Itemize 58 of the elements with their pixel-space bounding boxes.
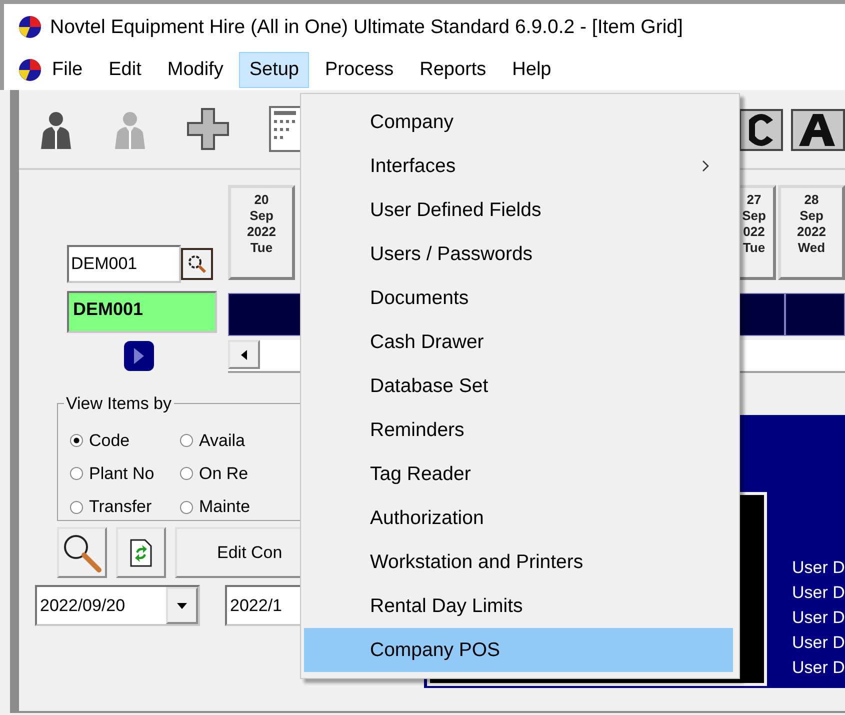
radio-button[interactable] (180, 434, 193, 448)
radio-label: Availa (199, 430, 245, 451)
menu-item[interactable]: Modify (157, 52, 234, 88)
caret-icon (177, 602, 187, 608)
menu-entry[interactable]: Tag Reader (304, 452, 733, 496)
menu-entry[interactable]: User Defined Fields (304, 188, 733, 232)
radio-button[interactable] (70, 434, 83, 448)
menu-entry[interactable]: Reminders (304, 408, 733, 452)
radio-label: Plant No (89, 464, 154, 484)
menu-entry[interactable]: Users / Passwords (304, 232, 733, 276)
date-picker[interactable]: 2022/09/20 (35, 585, 200, 626)
menu-entry[interactable]: Company POS (304, 628, 733, 672)
radio-button[interactable] (70, 500, 83, 514)
radio-label: Code (89, 430, 130, 451)
panel-text: User D (792, 657, 845, 679)
next-button[interactable] (124, 341, 154, 371)
panel-text: User D (792, 557, 845, 579)
menu-item[interactable]: Process (315, 52, 404, 88)
radio-button[interactable] (70, 467, 83, 480)
refresh-button[interactable] (116, 527, 166, 578)
panel-text: User D (792, 607, 845, 629)
app-logo-icon (18, 15, 42, 39)
item-code-field: DEM001 (67, 291, 217, 333)
lookup-button[interactable] (181, 248, 213, 280)
date-column-header: 20 Sep 2022 Tue (228, 185, 295, 280)
person-icon[interactable] (39, 109, 73, 149)
panel-text: User D (792, 632, 845, 654)
play-icon (133, 347, 145, 365)
menu-item[interactable]: Help (502, 52, 562, 88)
menu-item[interactable]: Reports (410, 52, 496, 88)
group-label: View Items by (64, 394, 174, 414)
radio-button[interactable] (180, 500, 193, 514)
plus-icon[interactable] (187, 108, 229, 150)
magnifier-icon (187, 254, 207, 274)
scroll-left-button[interactable] (228, 340, 260, 369)
radio-label: Mainte (199, 497, 250, 518)
menu-entry[interactable]: Database Set (304, 364, 733, 408)
left-arrow-icon (241, 350, 247, 360)
refresh-document-icon (130, 538, 152, 566)
search-button[interactable] (57, 527, 107, 578)
menu-item[interactable]: Setup (239, 52, 309, 88)
dropdown-button[interactable] (166, 587, 198, 624)
radio-label: Transfer (89, 497, 152, 518)
menu-entry[interactable]: Interfaces (304, 144, 733, 188)
date-column-header: 28 Sep 2022 Wed (778, 185, 845, 280)
item-search-field[interactable]: DEM001 (67, 245, 181, 283)
menu-entry[interactable]: Cash Drawer (304, 320, 733, 364)
panel-text: User D (792, 582, 845, 604)
menu-item[interactable]: File (42, 52, 93, 88)
search-icon (62, 532, 102, 572)
menu-item[interactable]: Edit (98, 52, 152, 88)
menu-entry[interactable]: Company (304, 100, 733, 144)
radio-label: On Re (199, 464, 248, 484)
radio-button[interactable] (180, 467, 193, 480)
window-title: Novtel Equipment Hire (All in One) Ultimate Standard 6.9.0.2 - [Item Grid] (50, 16, 683, 38)
menu-entry[interactable]: Documents (304, 276, 733, 320)
app-logo-icon[interactable] (18, 58, 42, 82)
calendar-icon[interactable] (269, 106, 303, 152)
